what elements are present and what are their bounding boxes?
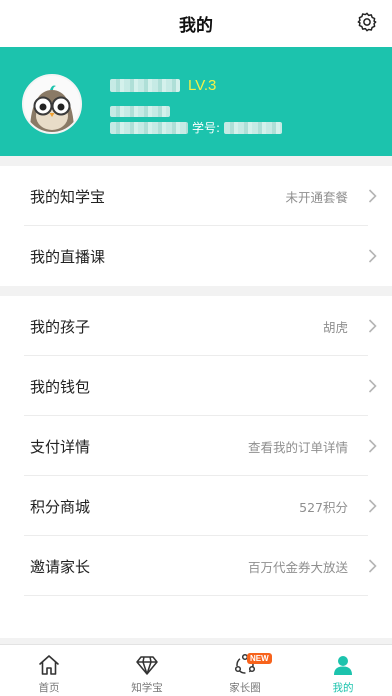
home-icon — [39, 655, 59, 675]
chevron-right-icon — [368, 249, 377, 263]
user-school-redacted — [110, 121, 188, 134]
row-zhixuebao[interactable]: 我的知学宝 未开通套餐 — [0, 166, 392, 226]
new-badge: NEW — [246, 653, 272, 664]
section-bottom-padding — [0, 596, 392, 638]
tab-label: 我的 — [332, 682, 354, 694]
tab-zhixuebao[interactable]: 知学宝 — [98, 645, 196, 696]
chevron-right-icon — [368, 379, 377, 393]
row-label: 我的孩子 — [30, 317, 91, 336]
tab-label: 家长圈 — [229, 682, 261, 694]
row-my-child[interactable]: 我的孩子 胡虎 — [0, 296, 392, 356]
level-badge: LV.3 — [188, 77, 217, 94]
row-wallet[interactable]: 我的钱包 — [0, 356, 392, 416]
row-label: 支付详情 — [30, 437, 91, 456]
user-info-redacted — [110, 106, 170, 117]
chevron-right-icon — [368, 189, 377, 203]
student-id-label: 学号: — [192, 121, 221, 135]
tab-home[interactable]: 首页 — [0, 645, 98, 696]
chevron-right-icon — [368, 559, 377, 573]
row-label: 我的钱包 — [30, 377, 91, 396]
student-id-redacted — [224, 121, 283, 134]
row-label: 邀请家长 — [30, 557, 91, 576]
diamond-icon — [136, 656, 158, 675]
chevron-right-icon — [368, 439, 377, 453]
avatar[interactable] — [22, 74, 82, 134]
tab-bar: 首页 知学宝 NEW 家长圈 我的 — [0, 644, 392, 696]
user-name-row: LV.3 — [110, 77, 216, 94]
row-points-mall[interactable]: 积分商城 527积分 — [0, 476, 392, 536]
row-value: 百万代金券大放送 — [247, 559, 348, 575]
owl-avatar-icon — [24, 76, 80, 132]
row-invite-parents[interactable]: 邀请家长 百万代金券大放送 — [0, 536, 392, 596]
top-bar: 我的 — [0, 0, 392, 47]
row-label: 积分商城 — [30, 497, 91, 516]
tab-label: 知学宝 — [131, 682, 163, 694]
section-account: 我的孩子 胡虎 我的钱包 支付详情 查看我的订单详情 积分商城 527积分 邀请… — [0, 296, 392, 638]
chevron-right-icon — [368, 499, 377, 513]
gear-icon[interactable] — [356, 11, 378, 33]
row-value: 未开通套餐 — [285, 189, 348, 205]
row-label: 我的知学宝 — [30, 187, 106, 206]
row-value: 527积分 — [299, 499, 348, 515]
profile-header[interactable]: LV.3 学号: — [0, 47, 392, 156]
chevron-right-icon — [368, 319, 377, 333]
row-value: 胡虎 — [322, 319, 348, 335]
row-label: 我的直播课 — [30, 247, 106, 266]
tab-parent-circle[interactable]: NEW 家长圈 — [196, 645, 294, 696]
user-id-row: 学号: — [110, 119, 283, 136]
user-name-redacted — [110, 79, 180, 92]
page-title: 我的 — [179, 16, 213, 36]
row-live-class[interactable]: 我的直播课 — [0, 226, 392, 286]
row-value: 查看我的订单详情 — [247, 439, 348, 455]
section-membership: 我的知学宝 未开通套餐 我的直播课 — [0, 166, 392, 286]
row-payment-details[interactable]: 支付详情 查看我的订单详情 — [0, 416, 392, 476]
tab-mine[interactable]: 我的 — [294, 645, 392, 696]
tab-label: 首页 — [38, 682, 60, 694]
person-icon — [334, 656, 352, 675]
